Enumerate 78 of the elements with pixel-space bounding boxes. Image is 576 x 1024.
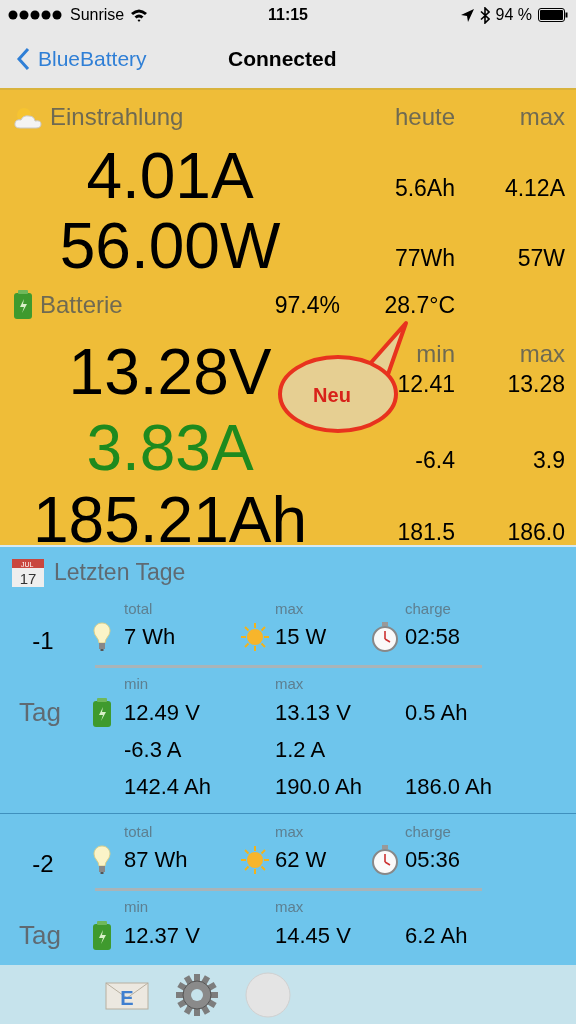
column-header: max [275,674,305,694]
today-value: 77Wh [393,245,455,273]
stat-value: 15 W [275,623,328,651]
location-icon [460,8,474,22]
day-label: Tag [18,920,62,951]
day-offset: -1 [31,627,55,655]
column-header: heute [393,103,455,131]
today-value: 5.6Ah [393,175,455,203]
section-title: Einstrahlung [50,103,184,131]
battery-stat: 14.45 V [275,922,352,950]
reading-value: 13.28V [68,340,272,406]
day-label: Tag [18,697,62,728]
battery-stat: 6.2 Ah [405,922,469,950]
reading-value: 4.01A [86,144,254,210]
battery-stat: 186.0 Ah [405,773,493,801]
stat-value: 7 Wh [124,623,177,651]
light-bulb-icon [93,622,111,652]
max-value: 13.28 [507,371,565,399]
battery-stat: 12.37 V [124,922,201,950]
stat-value: 87 Wh [124,846,189,874]
battery-stat: -6.3 A [124,736,183,764]
max-value: 186.0 [507,519,565,547]
back-link[interactable]: BlueBattery [0,47,147,71]
clock-time: 11:15 [268,6,308,24]
callout-label: Neu [313,384,351,406]
battery-stat: 142.4 Ah [124,773,212,801]
battery-icon [538,8,568,22]
section-title: Batterie [40,291,123,319]
column-header: charge [405,599,452,619]
min-value: -6.4 [415,447,455,475]
column-header: max [275,599,305,619]
min-value: 12.41 [397,371,455,399]
envelope-icon[interactable]: E [105,979,149,1010]
settings-icon[interactable] [175,972,219,1017]
bluetooth-icon [479,6,490,24]
stat-value: 05:36 [405,846,462,874]
column-header: max [275,822,305,842]
stopwatch-icon [371,845,399,875]
battery-stat: 1.2 A [275,736,327,764]
sun-icon [240,622,270,652]
stopwatch-icon [371,622,399,652]
column-header: charge [405,822,452,842]
column-header: max [519,340,565,367]
reading-value: 56.00W [59,214,281,280]
sun-icon [240,845,270,875]
column-header: total [124,822,154,842]
battery-icon [12,290,34,320]
carrier-name: Sunrise [70,6,125,24]
max-value: 4.12A [503,175,565,203]
screen-title: Connected [228,47,337,71]
min-value: 181.5 [397,519,455,547]
stat-value: 62 W [275,846,328,874]
charge-percent: 97.4% [274,291,340,319]
battery-stat: 0.5 Ah [405,699,469,727]
section-title: Letzten Tage [54,558,186,586]
wifi-icon [130,8,149,22]
battery-stat: 190.0 Ah [275,773,363,801]
column-header: min [416,340,455,367]
battery-stat: 13.13 V [275,699,352,727]
battery-icon [91,920,113,951]
column-header: max [518,103,565,131]
signal-icon [8,10,64,20]
battery-stat: 12.49 V [124,699,201,727]
column-header: min [124,674,150,694]
reading-value: 185.21Ah [33,488,307,554]
column-header: max [275,897,305,917]
chevron-left-icon [16,47,30,71]
max-value: 3.9 [533,447,565,475]
battery-icon [91,697,113,728]
reading-value: 3.83A [86,416,254,482]
column-header: min [124,897,150,917]
max-value: 57W [516,245,565,273]
day-offset: -2 [31,850,55,878]
column-header: total [124,599,154,619]
light-bulb-icon [93,845,111,875]
stat-value: 02:58 [405,623,462,651]
battery-percent: 94 % [495,6,532,24]
temperature-value: 28.7°C [383,291,455,319]
